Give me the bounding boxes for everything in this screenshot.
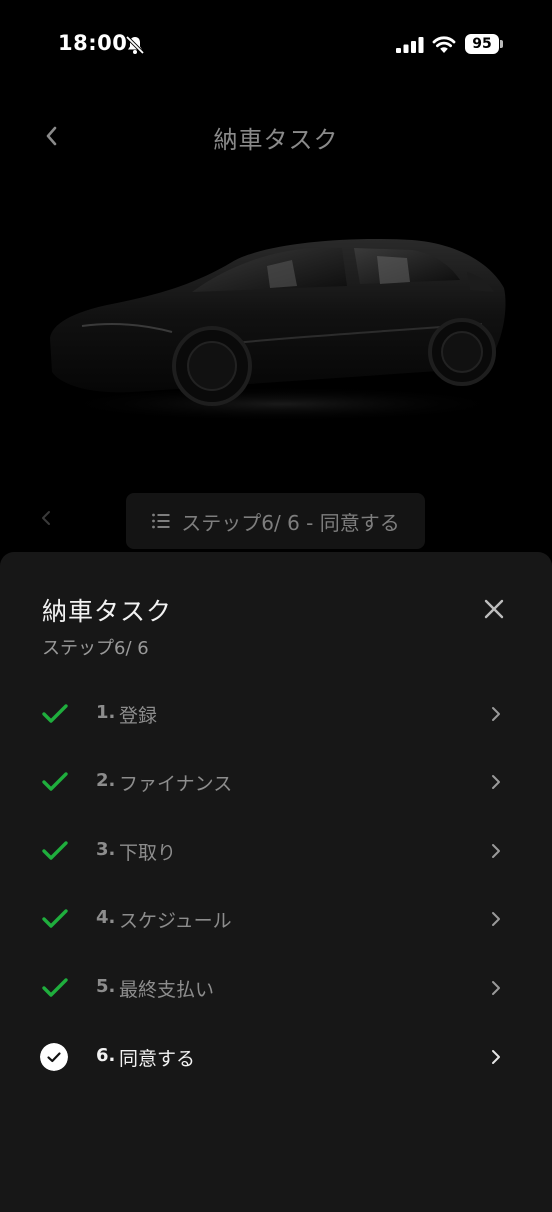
check-circle-icon bbox=[40, 1043, 68, 1071]
bell-slash-icon bbox=[125, 35, 145, 55]
battery-tip bbox=[500, 40, 503, 48]
task-row-finance[interactable]: 2. ファイナンス bbox=[0, 752, 552, 812]
task-label: 下取り bbox=[119, 842, 177, 864]
step-progress-label: ステップ6/ 6 - 同意する bbox=[181, 510, 400, 535]
task-label: 最終支払い bbox=[119, 979, 215, 1001]
task-row-registration[interactable]: 1. 登録 bbox=[0, 684, 552, 744]
step-progress-button[interactable]: ステップ6/ 6 - 同意する bbox=[126, 493, 425, 549]
task-label: 登録 bbox=[119, 705, 158, 727]
task-number: 3. bbox=[96, 839, 116, 860]
check-icon bbox=[42, 978, 68, 997]
sheet-subtitle: ステップ6/ 6 bbox=[42, 638, 149, 659]
signal-icon bbox=[396, 37, 424, 53]
battery-icon: 95 bbox=[465, 34, 499, 54]
task-label: スケジュール bbox=[119, 910, 232, 932]
chevron-right-icon bbox=[492, 981, 500, 995]
page-title: 納車タスク bbox=[213, 126, 339, 154]
task-row-schedule[interactable]: 4. スケジュール bbox=[0, 889, 552, 949]
task-label: ファイナンス bbox=[119, 773, 233, 795]
check-icon bbox=[42, 909, 68, 928]
check-icon bbox=[42, 704, 68, 723]
chevron-right-icon bbox=[492, 912, 500, 926]
sheet-title: 納車タスク bbox=[42, 597, 173, 626]
check-icon bbox=[42, 841, 68, 860]
task-number: 4. bbox=[96, 907, 116, 928]
wifi-icon bbox=[432, 36, 456, 53]
task-row-final-payment[interactable]: 5. 最終支払い bbox=[0, 958, 552, 1018]
chevron-right-icon bbox=[492, 707, 500, 721]
chevron-right-icon bbox=[492, 1050, 500, 1064]
check-icon bbox=[42, 772, 68, 791]
chevron-right-icon bbox=[492, 844, 500, 858]
car-image bbox=[50, 238, 508, 422]
task-number: 6. bbox=[96, 1045, 116, 1066]
status-time: 18:00 bbox=[58, 31, 128, 55]
task-label: 同意する bbox=[119, 1048, 196, 1070]
task-row-agreement[interactable]: 6. 同意する bbox=[0, 1027, 552, 1087]
previous-step-chevron-icon[interactable] bbox=[36, 506, 56, 530]
task-number: 2. bbox=[96, 770, 116, 791]
chevron-right-icon bbox=[492, 775, 500, 789]
close-icon[interactable] bbox=[482, 597, 506, 621]
task-number: 5. bbox=[96, 976, 116, 997]
task-row-trade-in[interactable]: 3. 下取り bbox=[0, 821, 552, 881]
task-number: 1. bbox=[96, 702, 116, 723]
list-icon bbox=[152, 513, 170, 529]
